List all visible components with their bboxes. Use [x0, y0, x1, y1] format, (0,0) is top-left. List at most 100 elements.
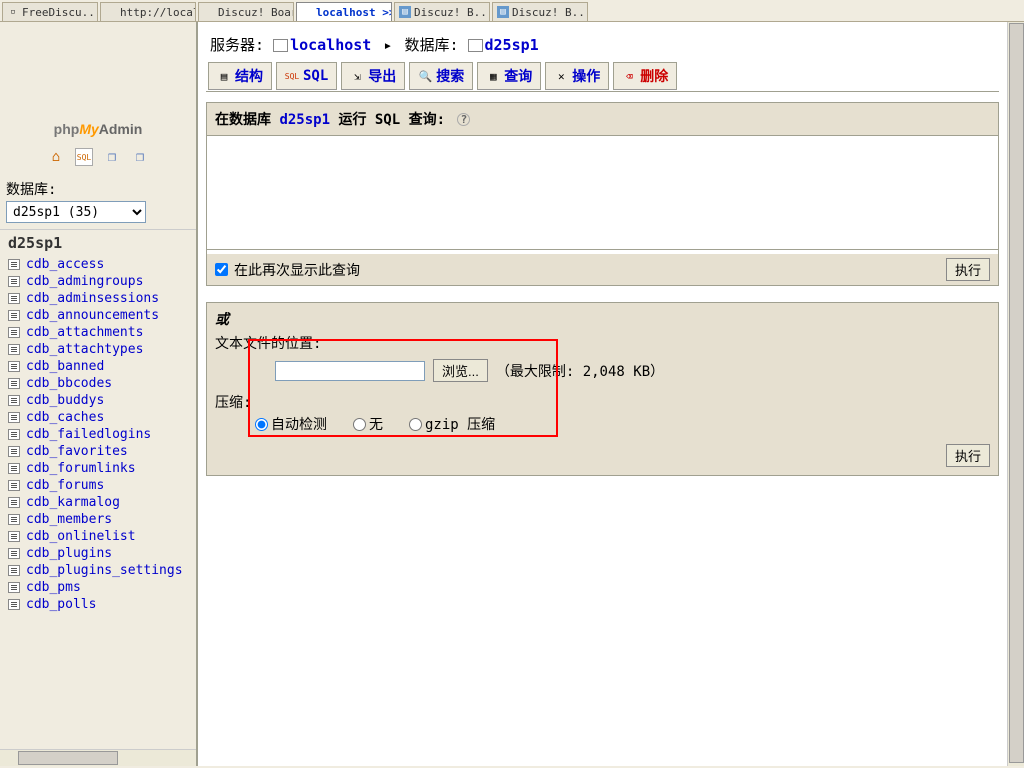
sidebar-horizontal-scrollbar[interactable] [0, 749, 196, 766]
table-link[interactable]: cdb_failedlogins [26, 427, 151, 442]
table-icon [8, 429, 20, 440]
browser-tab[interactable]: http://local... [100, 2, 196, 21]
tab-label: Discuz! Boar... [218, 6, 294, 19]
table-link[interactable]: cdb_buddys [26, 393, 104, 408]
compression-label: 压缩: [215, 392, 990, 412]
sidebar: phpMyAdmin ⌂ SQL ❐ ❐ 数据库: d25sp1 (35) d2… [0, 22, 198, 766]
table-row[interactable]: cdb_plugins_settings [2, 562, 194, 579]
table-row[interactable]: cdb_access [2, 256, 194, 273]
browse-button[interactable]: 浏览... [433, 359, 488, 382]
table-link[interactable]: cdb_announcements [26, 308, 159, 323]
sql-execute-button[interactable]: 执行 [946, 258, 990, 281]
table-link[interactable]: cdb_attachments [26, 325, 143, 340]
docs-icon[interactable]: ❐ [103, 148, 121, 166]
radio-gzip-label[interactable]: gzip 压缩 [409, 414, 495, 434]
table-link[interactable]: cdb_karmalog [26, 495, 120, 510]
tab-search[interactable]: 🔍搜索 [409, 62, 473, 90]
show-query-again-label[interactable]: 在此再次显示此查询 [215, 260, 360, 280]
table-row[interactable]: cdb_karmalog [2, 494, 194, 511]
browser-tab[interactable]: ▫FreeDiscu... [2, 2, 98, 21]
table-link[interactable]: cdb_admingroups [26, 274, 143, 289]
table-link[interactable]: cdb_favorites [26, 444, 128, 459]
tab-export[interactable]: ⇲导出 [341, 62, 405, 90]
table-link[interactable]: cdb_forumlinks [26, 461, 136, 476]
main-vertical-scrollbar[interactable] [1007, 22, 1024, 766]
table-icon [8, 327, 20, 338]
sql-icon: SQL [285, 69, 299, 83]
table-row[interactable]: cdb_polls [2, 596, 194, 613]
table-row[interactable]: cdb_attachments [2, 324, 194, 341]
table-link[interactable]: cdb_pms [26, 580, 81, 595]
table-link[interactable]: cdb_onlinelist [26, 529, 136, 544]
tab-export-label: 导出 [368, 66, 396, 86]
browser-tab[interactable]: Discuz! Boar... [198, 2, 294, 21]
query-window-icon[interactable]: ❐ [131, 148, 149, 166]
table-row[interactable]: cdb_attachtypes [2, 341, 194, 358]
show-query-again-checkbox[interactable] [215, 263, 228, 276]
browser-tab[interactable]: ▤Discuz! B... [394, 2, 490, 21]
table-icon [8, 497, 20, 508]
breadcrumb-server-link[interactable]: localhost [290, 36, 371, 54]
tab-operations[interactable]: ✕操作 [545, 62, 609, 90]
table-row[interactable]: cdb_forums [2, 477, 194, 494]
table-row[interactable]: cdb_plugins [2, 545, 194, 562]
table-row[interactable]: cdb_banned [2, 358, 194, 375]
table-row[interactable]: cdb_buddys [2, 392, 194, 409]
table-link[interactable]: cdb_members [26, 512, 112, 527]
scrollbar-thumb[interactable] [18, 751, 118, 765]
file-execute-button[interactable]: 执行 [946, 444, 990, 467]
sql-header-prefix: 在数据库 [215, 112, 279, 128]
sql-textarea[interactable] [207, 135, 998, 250]
table-row[interactable]: cdb_failedlogins [2, 426, 194, 443]
table-row[interactable]: cdb_admingroups [2, 273, 194, 290]
radio-autodetect[interactable] [255, 418, 268, 431]
table-icon [8, 395, 20, 406]
table-row[interactable]: cdb_adminsessions [2, 290, 194, 307]
table-link[interactable]: cdb_polls [26, 597, 96, 612]
table-row[interactable]: cdb_caches [2, 409, 194, 426]
table-row[interactable]: cdb_pms [2, 579, 194, 596]
tab-label: Discuz! B... [512, 6, 588, 19]
sql-header-dbname[interactable]: d25sp1 [279, 112, 330, 128]
db-select[interactable]: d25sp1 (35) [6, 201, 146, 223]
table-row[interactable]: cdb_favorites [2, 443, 194, 460]
table-row[interactable]: cdb_onlinelist [2, 528, 194, 545]
table-row[interactable]: cdb_announcements [2, 307, 194, 324]
radio-gzip[interactable] [409, 418, 422, 431]
table-link[interactable]: cdb_bbcodes [26, 376, 112, 391]
table-link[interactable]: cdb_banned [26, 359, 104, 374]
table-link[interactable]: cdb_access [26, 257, 104, 272]
table-icon [8, 463, 20, 474]
tab-label: Discuz! B... [414, 6, 490, 19]
tree-db-title[interactable]: d25sp1 [2, 234, 194, 252]
breadcrumb-db-link[interactable]: d25sp1 [485, 36, 539, 54]
browser-tab[interactable]: ▤Discuz! B... [492, 2, 588, 21]
phpmyadmin-logo: phpMyAdmin [13, 67, 183, 137]
radio-none[interactable] [353, 418, 366, 431]
sql-panel-header: 在数据库 d25sp1 运行 SQL 查询: ? [207, 103, 998, 135]
table-link[interactable]: cdb_caches [26, 410, 104, 425]
file-path-input[interactable] [275, 361, 425, 381]
table-link[interactable]: cdb_plugins_settings [26, 563, 183, 578]
tab-sql[interactable]: SQLSQL [276, 62, 337, 90]
db-tree[interactable]: d25sp1 cdb_access cdb_admingroups cdb_admi… [0, 229, 196, 749]
radio-autodetect-label[interactable]: 自动检测 [255, 414, 327, 434]
table-link[interactable]: cdb_forums [26, 478, 104, 493]
tab-drop[interactable]: ⌫删除 [613, 62, 677, 90]
table-row[interactable]: cdb_members [2, 511, 194, 528]
sql-icon[interactable]: SQL [75, 148, 93, 166]
scrollbar-thumb[interactable] [1009, 23, 1024, 763]
radio-none-label[interactable]: 无 [353, 414, 383, 434]
browser-tab-active[interactable]: localhost >>... [296, 2, 392, 21]
tab-structure[interactable]: ▤结构 [208, 62, 272, 90]
radio-gzip-text: gzip 压缩 [425, 414, 495, 434]
tab-query[interactable]: ▦查询 [477, 62, 541, 90]
table-link[interactable]: cdb_plugins [26, 546, 112, 561]
help-icon[interactable]: ? [457, 113, 470, 126]
table-link[interactable]: cdb_attachtypes [26, 342, 143, 357]
table-row[interactable]: cdb_forumlinks [2, 460, 194, 477]
table-row[interactable]: cdb_bbcodes [2, 375, 194, 392]
structure-icon: ▤ [217, 69, 231, 83]
home-icon[interactable]: ⌂ [47, 148, 65, 166]
table-link[interactable]: cdb_adminsessions [26, 291, 159, 306]
